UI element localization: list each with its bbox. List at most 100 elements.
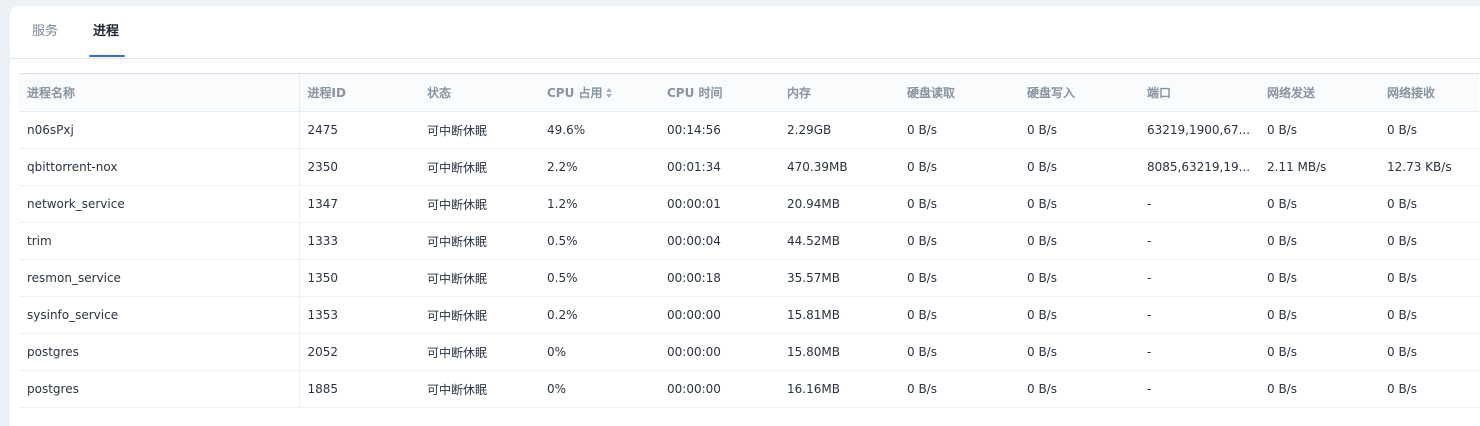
cell-name: postgres — [19, 333, 300, 371]
cell-status: 可中断休眠 — [419, 333, 539, 371]
table-body: n06sPxj 2475 可中断休眠 49.6% 00:14:56 2.29GB 0 B/s… — [19, 111, 1479, 408]
cell-memory: 470.39MB — [779, 148, 899, 186]
cell-cpu: 0% — [539, 370, 659, 408]
cell-cpu-time: 00:00:04 — [659, 222, 779, 260]
cell-status: 可中断休眠 — [419, 111, 539, 149]
table-row[interactable]: sysinfo_service 1353 可中断休眠 0.2% 00:00:00 15.8… — [19, 296, 1479, 334]
cell-memory: 35.57MB — [779, 259, 899, 297]
cell-pid: 2350 — [299, 148, 419, 186]
column-header-name[interactable]: 进程名称 — [19, 74, 300, 112]
cell-disk-write: 0 B/s — [1019, 222, 1139, 260]
cell-cpu: 0.2% — [539, 296, 659, 334]
column-header-disk-write[interactable]: 硬盘写入 — [1019, 74, 1139, 112]
tab-services[interactable]: 服务 — [32, 24, 58, 40]
cell-status: 可中断休眠 — [419, 148, 539, 186]
cell-name: trim — [19, 222, 300, 260]
column-header-label: 进程ID — [307, 86, 346, 100]
cell-net-recv: 0 B/s — [1379, 185, 1479, 223]
cell-net-send: 0 B/s — [1259, 259, 1379, 297]
cell-net-recv: 0 B/s — [1379, 222, 1479, 260]
cell-pid: 2052 — [299, 333, 419, 371]
cell-status: 可中断休眠 — [419, 222, 539, 260]
cell-pid: 1350 — [299, 259, 419, 297]
cell-memory: 15.80MB — [779, 333, 899, 371]
cell-cpu: 49.6% — [539, 111, 659, 149]
cell-cpu-time: 00:14:56 — [659, 111, 779, 149]
cell-memory: 20.94MB — [779, 185, 899, 223]
column-header-cpu-time[interactable]: CPU 时间 — [659, 74, 779, 112]
table-row[interactable]: network_service 1347 可中断休眠 1.2% 00:00:01 20.9… — [19, 185, 1479, 223]
column-header-label: CPU 占用 — [547, 86, 603, 100]
cell-ports: 63219,1900,67... — [1139, 111, 1259, 149]
column-header-net-send[interactable]: 网络发送 — [1259, 74, 1379, 112]
cell-cpu: 2.2% — [539, 148, 659, 186]
table-row[interactable]: postgres 2052 可中断休眠 0% 00:00:00 15.80MB 0 B/s 0… — [19, 333, 1479, 371]
cell-memory: 15.81MB — [779, 296, 899, 334]
cell-disk-write: 0 B/s — [1019, 370, 1139, 408]
cell-ports: - — [1139, 333, 1259, 371]
column-header-cpu[interactable]: CPU 占用 — [539, 74, 659, 112]
cell-cpu-time: 00:00:00 — [659, 370, 779, 408]
cell-net-send: 0 B/s — [1259, 333, 1379, 371]
cell-name: qbittorrent-nox — [19, 148, 300, 186]
cell-memory: 44.52MB — [779, 222, 899, 260]
sort-caret-icon[interactable] — [605, 87, 613, 100]
column-header-label: 硬盘写入 — [1027, 86, 1076, 100]
cell-memory: 16.16MB — [779, 370, 899, 408]
cell-disk-write: 0 B/s — [1019, 111, 1139, 149]
cell-name: n06sPxj — [19, 111, 300, 149]
cell-disk-read: 0 B/s — [899, 333, 1019, 371]
column-header-disk-read[interactable]: 硬盘读取 — [899, 74, 1019, 112]
cell-pid: 1333 — [299, 222, 419, 260]
table-header-row: 进程名称 进程ID 状态 CPU 占用 CPU 时间 内存 硬盘读取 硬盘写入 端口 网络发送 网络… — [19, 74, 1479, 112]
cell-ports: - — [1139, 259, 1259, 297]
cell-name: sysinfo_service — [19, 296, 300, 334]
table-row[interactable]: trim 1333 可中断休眠 0.5% 00:00:04 44.52MB 0 B/s 0 B… — [19, 222, 1479, 260]
cell-net-recv: 0 B/s — [1379, 333, 1479, 371]
table-row[interactable]: postgres 1885 可中断休眠 0% 00:00:00 16.16MB 0 B/s 0… — [19, 370, 1479, 408]
table-row[interactable]: n06sPxj 2475 可中断休眠 49.6% 00:14:56 2.29GB 0 B/s… — [19, 111, 1479, 149]
cell-name: resmon_service — [19, 259, 300, 297]
cell-cpu-time: 00:00:01 — [659, 185, 779, 223]
cell-name: postgres — [19, 370, 300, 408]
cell-net-recv: 0 B/s — [1379, 111, 1479, 149]
cell-net-send: 0 B/s — [1259, 296, 1379, 334]
cell-disk-read: 0 B/s — [899, 111, 1019, 149]
cell-ports: - — [1139, 222, 1259, 260]
tab-processes[interactable]: 进程 — [93, 24, 119, 40]
table-row[interactable]: qbittorrent-nox 2350 可中断休眠 2.2% 00:01:34 470.… — [19, 148, 1479, 186]
cell-ports: - — [1139, 370, 1259, 408]
column-header-label: 硬盘读取 — [907, 86, 956, 100]
column-header-memory[interactable]: 内存 — [779, 74, 899, 112]
cell-name: network_service — [19, 185, 300, 223]
cell-status: 可中断休眠 — [419, 370, 539, 408]
cell-status: 可中断休眠 — [419, 296, 539, 334]
cell-disk-read: 0 B/s — [899, 222, 1019, 260]
cell-ports: - — [1139, 185, 1259, 223]
tab-bar: 服务 进程 — [10, 6, 1480, 59]
column-header-label: 端口 — [1147, 86, 1172, 100]
active-tab-indicator — [89, 55, 125, 57]
cell-memory: 2.29GB — [779, 111, 899, 149]
column-header-label: 内存 — [787, 86, 812, 100]
cell-disk-read: 0 B/s — [899, 296, 1019, 334]
cell-cpu-time: 00:00:18 — [659, 259, 779, 297]
process-table-container: 进程名称 进程ID 状态 CPU 占用 CPU 时间 内存 硬盘读取 硬盘写入 端口 网络发送 网络… — [19, 73, 1479, 408]
cell-pid: 2475 — [299, 111, 419, 149]
cell-net-recv: 0 B/s — [1379, 370, 1479, 408]
cell-disk-read: 0 B/s — [899, 259, 1019, 297]
cell-disk-write: 0 B/s — [1019, 148, 1139, 186]
cell-pid: 1353 — [299, 296, 419, 334]
cell-ports: - — [1139, 296, 1259, 334]
column-header-net-recv[interactable]: 网络接收 — [1379, 74, 1479, 112]
cell-cpu: 0.5% — [539, 222, 659, 260]
column-header-label: 进程名称 — [27, 86, 76, 100]
column-header-status[interactable]: 状态 — [419, 74, 539, 112]
column-header-ports[interactable]: 端口 — [1139, 74, 1259, 112]
column-header-pid[interactable]: 进程ID — [299, 74, 419, 112]
table-row[interactable]: resmon_service 1350 可中断休眠 0.5% 00:00:18 35.57… — [19, 259, 1479, 297]
cell-net-send: 2.11 MB/s — [1259, 148, 1379, 186]
cell-pid: 1347 — [299, 185, 419, 223]
cell-pid: 1885 — [299, 370, 419, 408]
cell-disk-write: 0 B/s — [1019, 185, 1139, 223]
